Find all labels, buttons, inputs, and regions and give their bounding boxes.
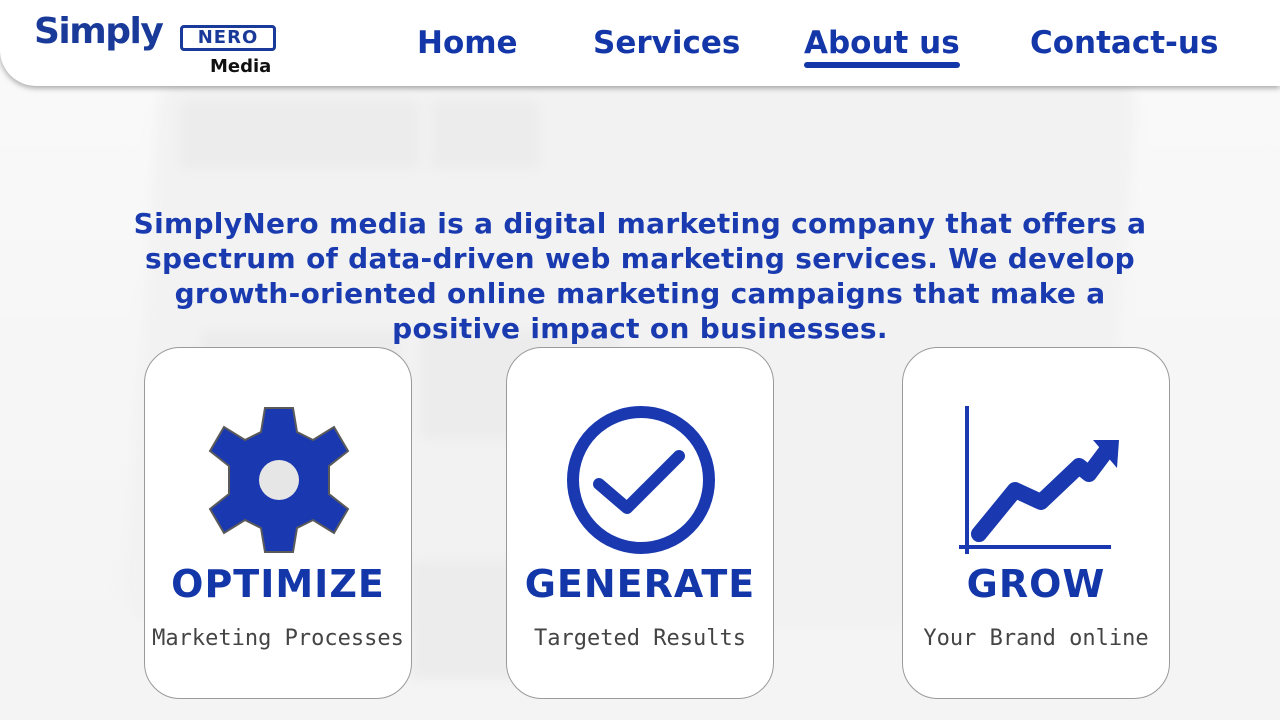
growth-chart-icon: [903, 388, 1169, 558]
nav-services-link[interactable]: Services: [593, 22, 740, 64]
card-subtitle: Marketing Processes: [152, 626, 404, 651]
nav-home-link[interactable]: Home: [417, 22, 518, 64]
card-title: GROW: [966, 562, 1106, 606]
intro-paragraph: SimplyNero media is a digital marketing …: [133, 207, 1147, 345]
card-subtitle: Targeted Results: [534, 626, 746, 651]
card-title: GENERATE: [524, 562, 756, 606]
card-title: OPTIMIZE: [171, 562, 385, 606]
card-grow: GROW Your Brand online: [902, 347, 1170, 699]
card-generate: GENERATE Targeted Results: [506, 347, 774, 699]
card-optimize: OPTIMIZE Marketing Processes: [144, 347, 412, 699]
check-circle-icon: [507, 388, 773, 558]
nav-contact-link[interactable]: Contact-us: [1030, 22, 1218, 64]
navbar: Simply NERO Media Home Services About us…: [0, 0, 1280, 86]
gear-icon: [145, 388, 411, 558]
main-nav: Home Services About us Contact-us: [0, 22, 1280, 68]
nav-about-link[interactable]: About us: [804, 22, 960, 68]
card-subtitle: Your Brand online: [923, 626, 1149, 651]
